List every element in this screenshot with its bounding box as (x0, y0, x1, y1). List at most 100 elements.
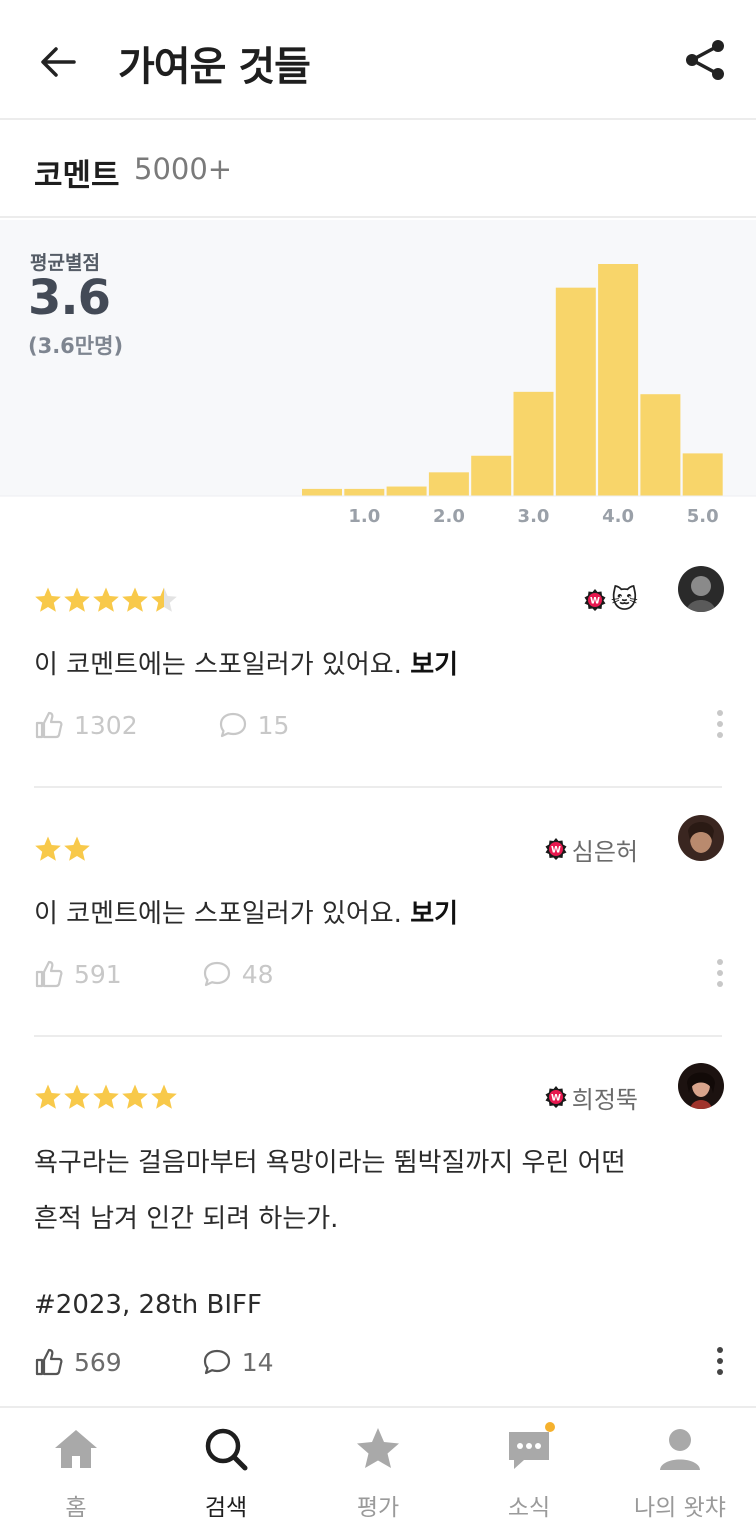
spoiler-reveal-link[interactable]: 보기 (410, 899, 458, 929)
review-user[interactable]: W 🐱 (583, 582, 638, 618)
histogram-bar (386, 486, 427, 496)
review-stars (34, 835, 91, 865)
like-button[interactable]: 591 (34, 959, 122, 989)
star-icon (64, 836, 90, 861)
star-icon (64, 587, 90, 612)
review-actions: 1302 15 (34, 708, 289, 742)
star-icon (122, 587, 148, 612)
watcha-badge-icon: W (545, 1086, 567, 1108)
comment-count: 15 (257, 710, 290, 740)
review-text: 이 코멘트에는 스포일러가 있어요. 보기 (34, 638, 724, 692)
divider (34, 786, 722, 788)
star-icon (64, 1084, 90, 1109)
histogram-bar (513, 391, 554, 496)
comments-header: 코멘트 5000+ (0, 120, 756, 218)
review-text-line: 욕구라는 걸음마부터 욕망이라는 뜀박질까지 우린 어떤 (34, 1148, 626, 1178)
watcha-badge-icon: W (584, 589, 606, 611)
review-stars (34, 1083, 178, 1113)
comment-count: 14 (241, 1347, 274, 1377)
user-name: 심은허 (571, 837, 638, 866)
review-text: 이 코멘트에는 스포일러가 있어요. 보기 (34, 887, 724, 941)
user-name: 희정뚝 (571, 1085, 638, 1114)
user-emoji: 🐱 (610, 585, 638, 615)
review-user[interactable]: W 희정뚝 (544, 1079, 638, 1115)
comment-button[interactable]: 14 (202, 1347, 274, 1377)
thumbs-up-icon (35, 711, 63, 739)
comment-button[interactable]: 15 (218, 710, 290, 740)
like-button[interactable]: 1302 (34, 710, 138, 740)
histogram-tick-label: 2.0 (433, 506, 465, 527)
spoiler-reveal-link[interactable]: 보기 (410, 650, 458, 680)
tab-my-watcha[interactable]: 나의 왓챠 (620, 1424, 740, 1522)
histogram-bar (598, 264, 639, 496)
arrow-left-icon[interactable] (34, 38, 82, 86)
watcha-badge-icon: W (545, 838, 567, 860)
search-icon (205, 1428, 248, 1471)
notification-dot (545, 1422, 555, 1432)
star-icon (93, 1084, 119, 1109)
comments-label: 코멘트 (34, 158, 120, 194)
more-icon[interactable] (716, 1347, 724, 1375)
review-text: 욕구라는 걸음마부터 욕망이라는 뜀박질까지 우린 어떤 흔적 남겨 인간 되려… (34, 1135, 724, 1333)
bottom-tab-bar: 홈 검색 평가 소식 나의 왓챠 (0, 1406, 756, 1524)
speech-bubble-icon (203, 961, 230, 987)
spoiler-notice: 이 코멘트에는 스포일러가 있어요. (34, 899, 402, 929)
histogram-bar (682, 453, 723, 496)
histogram-bar (302, 488, 342, 496)
svg-text:W: W (590, 597, 600, 607)
star-icon (357, 1428, 399, 1468)
comments-count: 5000+ (134, 152, 233, 186)
histogram-tick-label: 4.0 (602, 506, 634, 527)
like-button[interactable]: 569 (34, 1347, 122, 1377)
share-icon[interactable] (682, 36, 730, 84)
like-count: 591 (74, 959, 122, 989)
review-actions: 591 48 (34, 957, 274, 991)
more-icon[interactable] (716, 959, 724, 987)
star-icon (93, 587, 119, 612)
star-icon (122, 1084, 148, 1109)
tab-rate[interactable]: 평가 (318, 1424, 438, 1522)
like-count: 1302 (74, 710, 138, 740)
comment-count: 48 (241, 959, 274, 989)
page-title: 가여운 것들 (118, 44, 311, 90)
comment-button[interactable]: 48 (202, 959, 274, 989)
speech-bubble-icon (219, 712, 246, 738)
histogram-tick-label: 1.0 (348, 506, 380, 527)
person-icon (660, 1429, 700, 1470)
tab-news[interactable]: 소식 (469, 1422, 589, 1522)
avatar[interactable] (678, 1063, 724, 1109)
like-count: 569 (74, 1347, 122, 1377)
tab-label: 평가 (356, 1495, 400, 1521)
chat-icon (509, 1432, 549, 1469)
review-actions: 569 14 (34, 1345, 274, 1379)
histogram-tick-label: 5.0 (687, 506, 719, 527)
thumbs-up-icon (35, 960, 63, 988)
histogram-bar (640, 394, 681, 496)
star-icon (35, 1084, 61, 1109)
tab-label: 소식 (507, 1495, 551, 1521)
review-hashtag: #2023, 28th BIFF (34, 1290, 262, 1320)
tab-label: 나의 왓챠 (634, 1495, 726, 1521)
svg-text:W: W (551, 846, 561, 856)
star-icon (35, 587, 61, 612)
histogram-bar (344, 488, 385, 496)
histogram-bar (428, 472, 469, 496)
tab-label: 검색 (204, 1495, 248, 1521)
tab-home[interactable]: 홈 (16, 1424, 136, 1522)
review-stars (34, 586, 178, 616)
histogram-tick-label: 3.0 (518, 506, 550, 527)
thumbs-up-icon (35, 1348, 63, 1376)
star-icon (151, 1084, 177, 1109)
review-text-line: 흔적 남겨 인간 되려 하는가. (34, 1204, 339, 1234)
divider (34, 1035, 722, 1037)
rating-histogram: 1.0 2.0 3.0 4.0 5.0 (0, 264, 756, 527)
avatar[interactable] (678, 815, 724, 861)
avatar[interactable] (678, 566, 724, 612)
speech-bubble-icon (203, 1349, 230, 1375)
svg-text:W: W (551, 1094, 561, 1104)
spoiler-notice: 이 코멘트에는 스포일러가 있어요. (34, 650, 402, 680)
tab-search[interactable]: 검색 (166, 1424, 286, 1522)
more-icon[interactable] (716, 710, 724, 738)
histogram-bar (555, 287, 596, 496)
review-user[interactable]: W 심은허 (544, 831, 638, 867)
